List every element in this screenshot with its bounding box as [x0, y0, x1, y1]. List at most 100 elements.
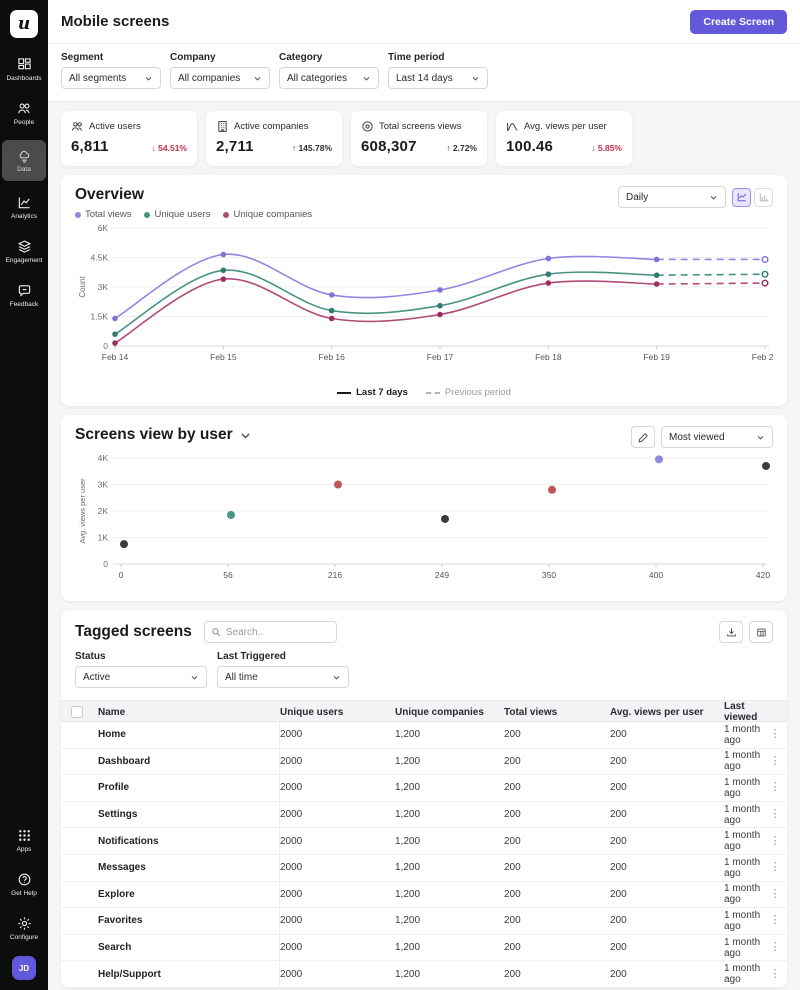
sidebar-item-apps[interactable]: Apps: [0, 823, 48, 858]
sort-select[interactable]: Most viewed: [661, 426, 773, 448]
kpi-value: 608,307: [361, 138, 417, 155]
select-all-checkbox[interactable]: [71, 706, 83, 718]
cell-unique_users: 2000: [280, 862, 395, 873]
legend-dot: [75, 212, 81, 218]
kpi-card-active-companies: Active companies2,711↑ 145.78%: [206, 111, 342, 166]
app-logo[interactable]: u: [10, 10, 38, 38]
filter-group-company: CompanyAll companies: [170, 52, 270, 89]
filter-select-time-period[interactable]: Last 14 days: [388, 67, 488, 89]
screens-view-card: Screens view by user Most viewed: [61, 415, 787, 601]
line-chart-toggle[interactable]: [732, 188, 751, 207]
filter-label: Time period: [388, 52, 488, 63]
row-actions-kebab[interactable]: ⋮: [763, 730, 787, 739]
row-actions-kebab[interactable]: ⋮: [763, 810, 787, 819]
cell-unique_companies: 1,200: [395, 942, 504, 953]
sidebar-nav: Dashboards People Data Analytics Engagement F…: [0, 52, 48, 313]
table-row[interactable]: Settings20001,2002002001 month ago⋮: [61, 802, 787, 829]
sidebar-nav-bottom: Apps Get Help Configure: [0, 823, 48, 946]
filter-bar: SegmentAll segmentsCompanyAll companiesC…: [48, 44, 800, 102]
sidebar-item-label: Feedback: [10, 301, 39, 308]
filter-select-segment[interactable]: All segments: [61, 67, 161, 89]
kpi-card-total-screens-views: Total screens views608,307↑ 2.72%: [351, 111, 487, 166]
row-actions-kebab[interactable]: ⋮: [763, 943, 787, 952]
sidebar-item-dashboards[interactable]: Dashboards: [0, 52, 48, 87]
chevron-down-icon: [332, 673, 341, 682]
chevron-down-icon[interactable]: [239, 429, 252, 442]
row-actions-kebab[interactable]: ⋮: [763, 837, 787, 846]
table-row[interactable]: Profile20001,2002002001 month ago⋮: [61, 775, 787, 802]
row-actions-kebab[interactable]: ⋮: [763, 970, 787, 979]
cell-unique_users: 2000: [280, 729, 395, 740]
bar-chart-toggle[interactable]: [754, 188, 773, 207]
svg-text:1K: 1K: [98, 533, 109, 543]
chevron-down-icon: [709, 193, 718, 202]
svg-text:0: 0: [119, 570, 124, 580]
sidebar-item-label: Analytics: [11, 213, 37, 220]
search-input[interactable]: [226, 627, 330, 638]
sidebar-item-feedback[interactable]: Feedback: [0, 278, 48, 313]
legend-label: Unique users: [154, 209, 210, 220]
sidebar: u Dashboards People Data Analytics Engagemen…: [0, 0, 48, 990]
overview-card: Overview Total viewsUnique usersUnique c…: [61, 175, 787, 406]
curve-icon: [506, 120, 519, 133]
overview-line-chart[interactable]: 01.5K3K4.5K6KCountFeb 14Feb 15Feb 16Feb …: [75, 220, 773, 372]
edit-chart-button[interactable]: [631, 426, 655, 448]
create-screen-button[interactable]: Create Screen: [690, 10, 787, 34]
filter-label: Category: [279, 52, 379, 63]
row-actions-kebab[interactable]: ⋮: [763, 863, 787, 872]
row-actions-kebab[interactable]: ⋮: [763, 783, 787, 792]
overview-period-select[interactable]: Daily: [618, 186, 726, 208]
row-actions-kebab[interactable]: ⋮: [763, 890, 787, 899]
status-filter-label: Status: [75, 651, 207, 662]
filter-select-value: Last 14 days: [396, 73, 453, 84]
kpi-delta: ↑ 2.72%: [446, 143, 477, 153]
sidebar-item-analytics[interactable]: Analytics: [0, 190, 48, 225]
sidebar-item-people[interactable]: People: [0, 96, 48, 131]
table-row[interactable]: Dashboard20001,2002002001 month ago⋮: [61, 749, 787, 776]
row-actions-kebab[interactable]: ⋮: [763, 916, 787, 925]
table-row[interactable]: Explore20001,2002002001 month ago⋮: [61, 882, 787, 909]
last-triggered-select[interactable]: All time: [217, 666, 349, 688]
sidebar-item-label: Get Help: [11, 890, 37, 897]
cell-last_viewed: 1 month ago: [724, 724, 763, 746]
table-row[interactable]: Home20001,2002002001 month ago⋮: [61, 722, 787, 749]
cell-avg_views_per_user: 200: [610, 942, 724, 953]
filter-group-time-period: Time period Last 14 days: [388, 52, 488, 89]
building-icon: [216, 120, 229, 133]
table-row[interactable]: Help/Support20001,2002002001 month ago⋮: [61, 961, 787, 988]
cell-total_views: 200: [504, 809, 610, 820]
kpi-value-row: 608,307 ↑ 2.72%: [361, 138, 477, 155]
filter-select-company[interactable]: All companies: [170, 67, 270, 89]
table-row[interactable]: Notifications20001,2002002001 month ago⋮: [61, 828, 787, 855]
sidebar-item-engagement[interactable]: Engagement: [0, 234, 48, 269]
cell-name: Notifications: [98, 828, 280, 854]
column-header-last-viewed: Last viewed: [724, 701, 763, 723]
cell-unique_users: 2000: [280, 809, 395, 820]
screens-view-scatter-chart[interactable]: 01K2K3K4KAvg. views per user056216249350…: [75, 448, 773, 588]
table-row[interactable]: Messages20001,2002002001 month ago⋮: [61, 855, 787, 882]
status-select[interactable]: Active: [75, 666, 207, 688]
sidebar-item-configure[interactable]: Configure: [0, 911, 48, 946]
cell-unique_companies: 1,200: [395, 729, 504, 740]
sidebar-item-label: Engagement: [6, 257, 43, 264]
cell-total_views: 200: [504, 836, 610, 847]
kpi-delta: ↓ 54.51%: [152, 143, 187, 153]
overview-footer-legend: Last 7 days Previous period: [61, 385, 787, 406]
cell-avg_views_per_user: 200: [610, 782, 724, 793]
column-header-avg-views-per-user: Avg. views per user: [610, 707, 724, 718]
table-row[interactable]: Search20001,2002002001 month ago⋮: [61, 935, 787, 962]
row-actions-kebab[interactable]: ⋮: [763, 757, 787, 766]
sidebar-item-data[interactable]: Data: [2, 140, 46, 181]
dashed-line-swatch: [426, 392, 440, 394]
sidebar-item-get-help[interactable]: Get Help: [0, 867, 48, 902]
line-chart-icon: [737, 192, 747, 202]
user-avatar[interactable]: JD: [12, 956, 36, 980]
download-button[interactable]: [719, 621, 743, 643]
app-root: u Dashboards People Data Analytics Engagemen…: [0, 0, 800, 990]
filter-select-category[interactable]: All categories: [279, 67, 379, 89]
column-header-total-views: Total views: [504, 707, 610, 718]
columns-button[interactable]: [749, 621, 773, 643]
table-row[interactable]: Favorites20001,2002002001 month ago⋮: [61, 908, 787, 935]
svg-text:Count: Count: [78, 276, 87, 298]
screens-view-title: Screens view by user: [75, 426, 233, 444]
